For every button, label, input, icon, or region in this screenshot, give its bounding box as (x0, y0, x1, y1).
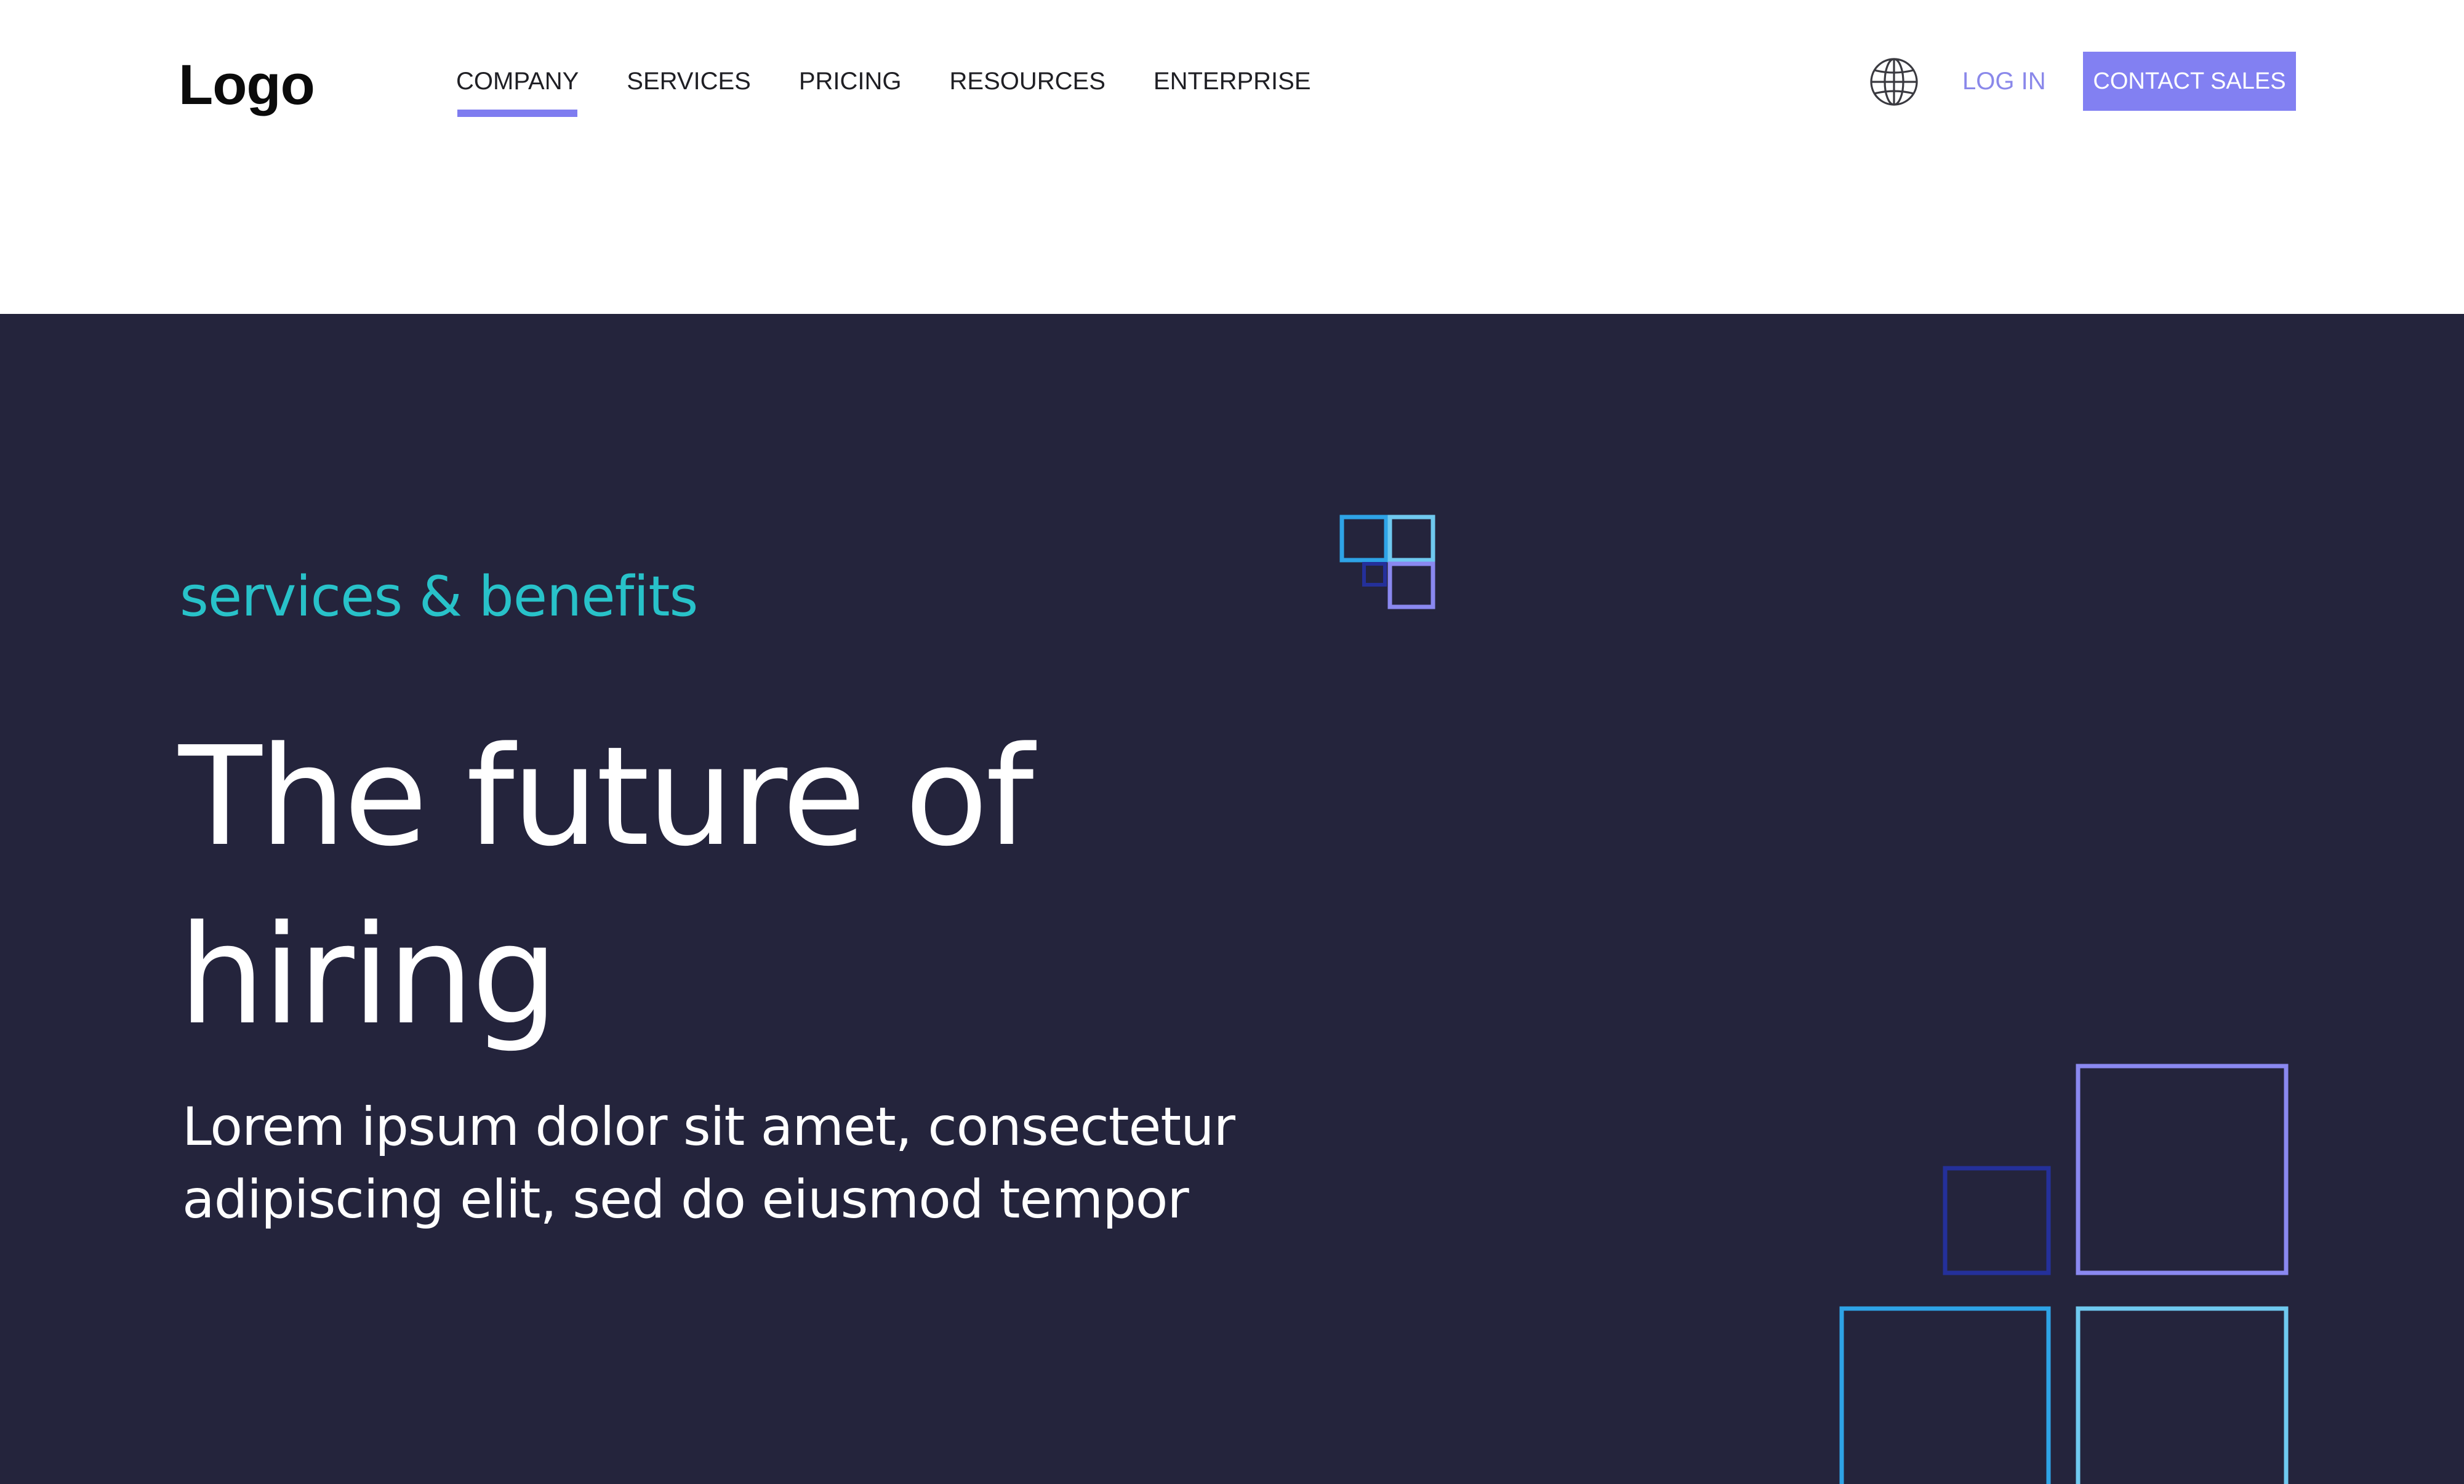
globe-icon[interactable] (1869, 57, 1919, 107)
contact-sales-button[interactable]: CONTACT SALES (2083, 52, 2296, 111)
deco-square (1839, 1306, 2051, 1484)
login-link[interactable]: LOG IN (1962, 68, 2046, 95)
deco-square (1339, 515, 1389, 563)
nav-item-company[interactable]: COMPANY (456, 68, 579, 117)
deco-square (1943, 1166, 2051, 1275)
hero-description: Lorem ipsum dolor sit amet, consectetur … (182, 1091, 1352, 1236)
hero-headline-line: The future of (179, 718, 1034, 876)
deco-square (2076, 1064, 2289, 1275)
nav-item-services[interactable]: SERVICES (627, 68, 751, 95)
deco-square (1362, 562, 1387, 587)
deco-square (2076, 1306, 2289, 1484)
main-nav: COMPANY SERVICES PRICING RESOURCES ENTER… (456, 68, 1359, 117)
deco-square (1387, 561, 1435, 609)
hero-description-line: adipiscing elit, sed do eiusmod tempor (182, 1169, 1189, 1230)
hero-section: services & benefits The future of hiring… (0, 314, 2464, 1484)
hero-headline-line: hiring (179, 896, 558, 1055)
nav-item-resources[interactable]: RESOURCES (950, 68, 1106, 95)
deco-square (1387, 515, 1435, 563)
logo[interactable]: Logo (179, 57, 315, 113)
hero-eyebrow: services & benefits (180, 564, 698, 629)
hero-description-line: Lorem ipsum dolor sit amet, consectetur (182, 1096, 1235, 1158)
nav-item-pricing[interactable]: PRICING (799, 68, 902, 95)
nav-item-enterprise[interactable]: ENTERPRISE (1154, 68, 1311, 95)
site-header: Logo COMPANY SERVICES PRICING RESOURCES … (0, 0, 2464, 314)
hero-headline: The future of hiring (179, 708, 1348, 1065)
